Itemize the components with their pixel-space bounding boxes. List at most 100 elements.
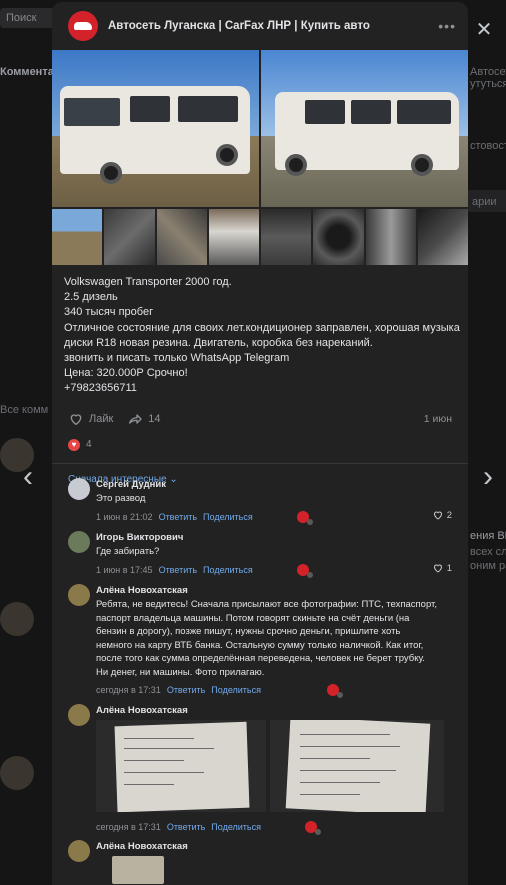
van-wheel <box>285 154 307 176</box>
comment-text: Это развод <box>96 493 146 504</box>
comment-avatar[interactable] <box>68 584 90 606</box>
comment-text: Где забирать? <box>96 546 160 557</box>
comment-time[interactable]: 1 июн в 17:45 <box>96 565 153 575</box>
comment-time[interactable]: сегодня в 17:31 <box>96 685 161 695</box>
post-text-line: диски R18 новая резина. Двигатель, короб… <box>64 336 373 349</box>
van-window <box>351 100 391 124</box>
group-reaction-icon <box>327 684 343 698</box>
comment-avatar[interactable] <box>68 840 90 862</box>
van-windshield <box>64 98 120 126</box>
post-text-line: Отличное состояние для своих лет.кондици… <box>64 321 460 334</box>
comment-author[interactable]: Алёна Новохатская <box>96 704 456 717</box>
comment-meta: сегодня в 17:31 Ответить Поделиться <box>96 820 321 835</box>
car-photo[interactable] <box>261 50 468 207</box>
comment-like-button[interactable]: 1 <box>432 562 452 574</box>
document-paper <box>114 721 250 812</box>
post-reactions[interactable]: ♥ 4 <box>52 429 468 453</box>
group-reaction-icon <box>296 510 313 525</box>
van-window <box>178 96 238 122</box>
comment-time[interactable]: сегодня в 17:31 <box>96 822 161 832</box>
photo-thumb[interactable] <box>365 209 416 265</box>
comment-like-button[interactable]: 2 <box>432 509 452 521</box>
reply-button[interactable]: Ответить <box>167 685 205 695</box>
car-logo-icon <box>74 22 92 30</box>
photo-thumb[interactable] <box>417 209 468 265</box>
share-button[interactable]: 14 <box>127 411 161 427</box>
document-photo[interactable] <box>270 720 444 812</box>
comment-avatar[interactable] <box>68 704 90 726</box>
comment-text-line: Ребята, не ведитесь! Сначала присылают в… <box>96 599 437 610</box>
document-line <box>124 760 184 761</box>
close-icon[interactable]: ✕ <box>472 18 496 42</box>
group-avatar[interactable] <box>68 11 98 41</box>
post-text-line: 340 тысяч пробег <box>64 306 154 319</box>
background-text: Автосеть Л <box>470 66 506 78</box>
group-name-link[interactable]: Автосеть Луганска | CarFax ЛНР | Купить … <box>108 20 438 32</box>
background-avatar <box>0 602 34 636</box>
comment-share-button[interactable]: Поделиться <box>211 822 261 832</box>
comment-author[interactable]: Алёна Новохатская <box>96 584 456 597</box>
van-window <box>130 96 170 122</box>
photo-thumb[interactable] <box>208 209 259 265</box>
page: Поиск Коммента Все комм Автосеть Л утуть… <box>0 0 506 885</box>
comment-text-line: Ни денег, ни машины. Фото прилагаю. <box>96 666 265 678</box>
document-photo[interactable] <box>96 720 266 812</box>
van-window <box>397 100 451 124</box>
comment-share-button[interactable]: Поделиться <box>203 512 253 522</box>
post-text: Volkswagen Transporter 2000 год. 2.5 диз… <box>52 265 468 397</box>
photo-thumb[interactable] <box>104 209 155 265</box>
reply-button[interactable]: Ответить <box>159 512 197 522</box>
post-actions: Лайк 14 1 июн <box>52 397 468 429</box>
van-wheel <box>411 154 433 176</box>
more-icon[interactable]: ••• <box>438 18 456 34</box>
next-post-arrow-icon[interactable]: › <box>476 462 500 492</box>
like-button[interactable]: Лайк <box>68 411 113 427</box>
comment: Сергей Дудник Это развод 1 июн в 21:02 О… <box>68 478 456 525</box>
comment-author[interactable]: Игорь Викторович <box>96 531 456 544</box>
heart-icon <box>433 511 442 520</box>
comment-author[interactable]: Сергей Дудник <box>96 478 456 491</box>
comment-photo[interactable] <box>112 856 164 884</box>
post-text-line: Цена: 320.000Р Срочно! <box>64 367 188 380</box>
document-line <box>300 794 360 795</box>
comment-share-button[interactable]: Поделиться <box>203 565 253 575</box>
reply-button[interactable]: Ответить <box>159 565 197 575</box>
comment-share-button[interactable]: Поделиться <box>211 685 261 695</box>
comment-meta: 1 июн в 21:02 Ответить Поделиться <box>96 510 456 525</box>
background-text: арии <box>472 196 497 208</box>
group-reaction-icon <box>296 563 313 578</box>
post-modal: Автосеть Луганска | CarFax ЛНР | Купить … <box>52 2 468 885</box>
prev-post-arrow-icon[interactable]: ‹ <box>16 462 40 492</box>
comment-text-line: паспорт владельца машины. Потом говорят … <box>96 612 410 624</box>
post-header: Автосеть Луганска | CarFax ЛНР | Купить … <box>52 2 468 50</box>
photo-thumb[interactable] <box>156 209 207 265</box>
comment: Алёна Новохатская <box>68 840 456 884</box>
background-text: всех сл <box>470 546 506 558</box>
document-line <box>300 746 400 747</box>
comment-text-line: после того как сумма определённая переве… <box>96 653 425 664</box>
comment-meta: сегодня в 17:31 Ответить Поделиться <box>96 683 456 698</box>
photo-thumb[interactable] <box>313 209 364 265</box>
van-window <box>305 100 345 124</box>
photo-thumb[interactable] <box>52 209 103 265</box>
van-wheel <box>100 162 122 184</box>
photo-thumb[interactable] <box>261 209 312 265</box>
car-photo[interactable] <box>52 50 259 207</box>
van-wheel <box>216 144 238 166</box>
comment-author[interactable]: Алёна Новохатская <box>96 840 456 853</box>
comment: Алёна Новохатская Ребята, не ведитесь! С… <box>68 584 456 698</box>
reply-button[interactable]: Ответить <box>167 822 205 832</box>
post-text-line: звонить и писать только WhatsApp Telegra… <box>64 352 290 365</box>
comment-time[interactable]: 1 июн в 21:02 <box>96 512 153 522</box>
reactions-count: 4 <box>86 439 92 451</box>
background-avatar <box>0 756 34 790</box>
photo-gallery-thumbs <box>52 209 468 265</box>
comment: Алёна Новохатская сегодня в 17:31 Ответи… <box>68 704 456 835</box>
like-label: Лайк <box>89 412 114 425</box>
document-line <box>124 738 194 739</box>
share-count: 14 <box>148 412 161 425</box>
comment-avatar[interactable] <box>68 531 90 553</box>
comment-text-line: немного на карту ВТБ банка. Остальную су… <box>96 639 424 651</box>
comment-meta: 1 июн в 17:45 Ответить Поделиться <box>96 563 456 578</box>
comment-avatar[interactable] <box>68 478 90 500</box>
